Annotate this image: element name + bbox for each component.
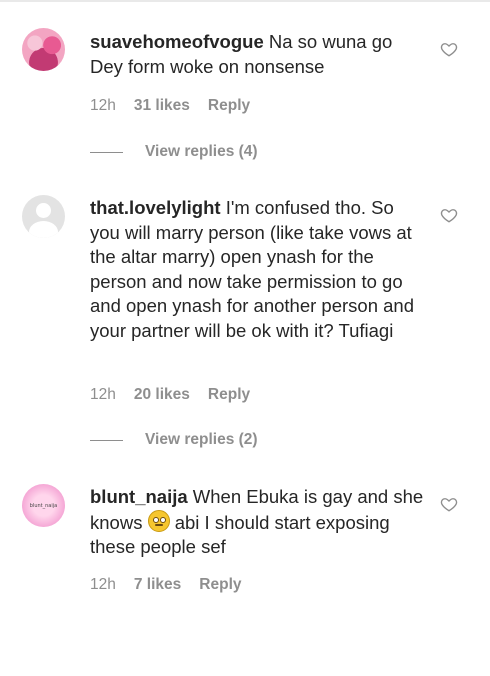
comment-username[interactable]: blunt_naija <box>90 486 188 507</box>
comment-time: 12h <box>90 576 116 593</box>
face-with-rolling-eyes-emoji <box>147 509 170 532</box>
comment-item: blunt_naija blunt_naija When Ebuka is ga… <box>0 0 490 620</box>
avatar[interactable]: blunt_naija <box>22 484 65 527</box>
comment-text: blunt_naija When Ebuka is gay and she kn… <box>90 485 425 560</box>
heart-outline-icon[interactable] <box>440 495 458 513</box>
avatar-logo-text: blunt_naija <box>29 502 58 509</box>
reply-button[interactable]: Reply <box>199 576 241 594</box>
comment-likes[interactable]: 7 likes <box>134 576 181 594</box>
comment-meta: 12h 7 likes Reply <box>90 576 242 594</box>
